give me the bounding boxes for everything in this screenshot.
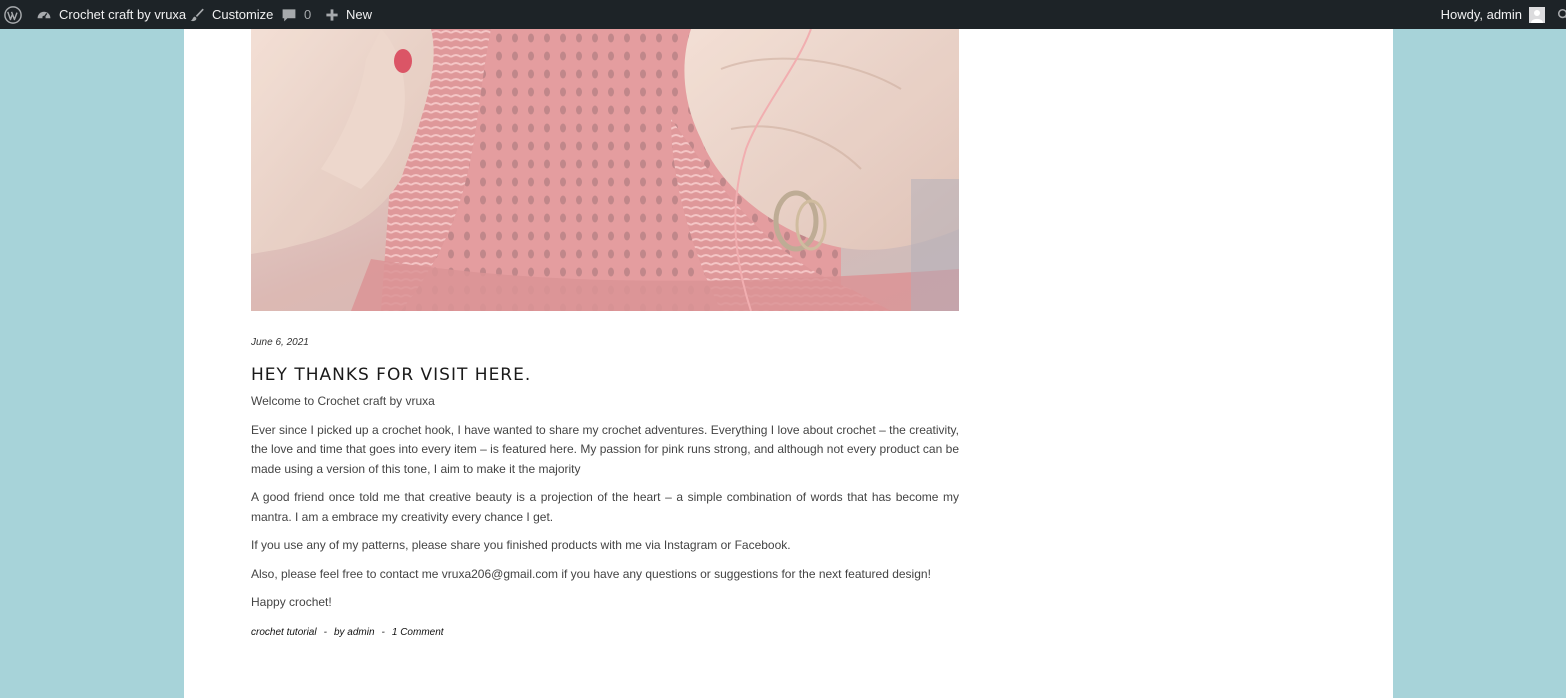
wordpress-icon — [4, 5, 22, 24]
greeting-label: Howdy, admin — [1440, 7, 1522, 22]
customize-label: Customize — [212, 7, 274, 22]
author-link[interactable]: by admin — [334, 627, 375, 638]
site-name-link[interactable]: Crochet craft by vruxa — [36, 0, 186, 29]
crochet-photo — [251, 29, 959, 311]
comments-count: 0 — [304, 7, 312, 22]
content-area: June 6, 2021 HEY THANKS FOR VISIT HERE. … — [184, 29, 1393, 698]
meta-separator: - — [381, 626, 385, 638]
post-paragraph: Ever since I picked up a crochet hook, I… — [251, 422, 959, 476]
post-paragraph: Happy crochet! — [251, 595, 332, 609]
post-meta: crochet tutorial - by admin - 1 Comment — [251, 627, 959, 638]
post-date: June 6, 2021 — [251, 337, 309, 348]
post-paragraph: A good friend once told me that creative… — [251, 490, 959, 524]
avatar-icon — [1529, 6, 1545, 23]
category-link[interactable]: crochet tutorial — [251, 627, 317, 638]
my-account-link[interactable]: Howdy, admin — [1441, 0, 1545, 29]
post-content: Welcome to Crochet craft by vruxa Ever s… — [251, 392, 959, 613]
comments-link[interactable]: 1 Comment — [392, 627, 444, 638]
post-paragraph: Welcome to Crochet craft by vruxa — [251, 394, 435, 408]
new-content-link[interactable]: New — [325, 0, 372, 29]
site-name-label: Crochet craft by vruxa — [59, 7, 187, 22]
wordpress-logo-button[interactable] — [4, 0, 22, 29]
featured-image — [251, 29, 959, 311]
post-title[interactable]: HEY THANKS FOR VISIT HERE. — [251, 363, 959, 387]
post-article: June 6, 2021 HEY THANKS FOR VISIT HERE. … — [251, 335, 959, 638]
new-label: New — [346, 7, 373, 22]
comment-icon — [281, 7, 297, 23]
admin-bar: Crochet craft by vruxa Customize 0 New H… — [0, 0, 1566, 29]
meta-separator: - — [323, 626, 327, 638]
comments-link[interactable]: 0 — [281, 0, 311, 29]
post-paragraph: Also, please feel free to contact me vru… — [251, 566, 931, 581]
search-button[interactable] — [1557, 0, 1566, 29]
customize-link[interactable]: Customize — [189, 0, 273, 29]
dashboard-icon — [36, 7, 52, 23]
brush-icon — [189, 7, 205, 23]
post-paragraph: If you use any of my patterns, please sh… — [251, 538, 791, 552]
search-icon — [1557, 8, 1566, 22]
plus-icon — [325, 8, 339, 22]
